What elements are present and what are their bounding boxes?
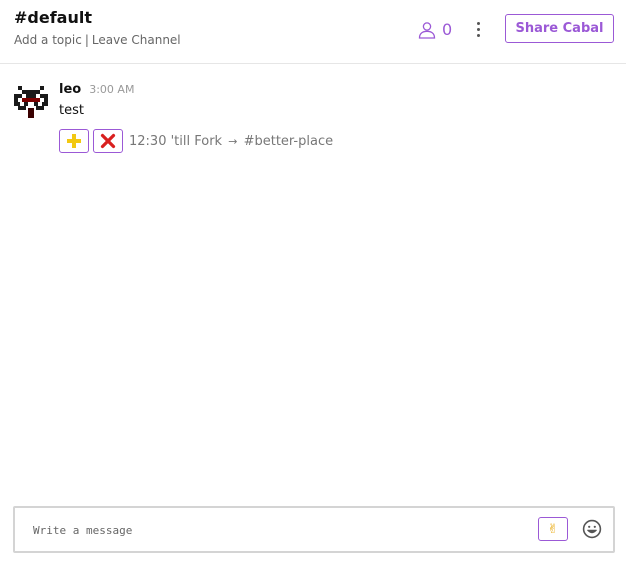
message-reactions: 12:30 'till Fork → #better-place	[59, 129, 609, 153]
message-text: test	[59, 103, 84, 118]
avatar	[14, 86, 48, 118]
message-input[interactable]	[33, 520, 533, 540]
member-count: 0	[442, 20, 453, 39]
topic-separator: |	[84, 33, 89, 47]
message-composer: ✌	[13, 506, 615, 553]
topic-line: Add a topic | Leave Channel	[14, 33, 181, 47]
message-meta: leo 3:00 AM	[59, 82, 609, 100]
emoji-picker-icon[interactable]	[582, 519, 602, 539]
share-cabal-button[interactable]: Share Cabal	[505, 14, 614, 43]
reaction-time-text: 12:30 'till Fork	[129, 133, 223, 149]
channel-title: #default	[14, 8, 92, 27]
add-topic-link[interactable]: Add a topic	[14, 33, 82, 47]
message-body: leo 3:00 AM test 12:30 'till Fork → #bet…	[59, 82, 609, 153]
leave-channel-link[interactable]: Leave Channel	[92, 33, 181, 47]
message-author[interactable]: leo	[59, 82, 81, 97]
cross-mark-icon	[100, 133, 116, 149]
channel-header: #default Add a topic | Leave Channel 0 Sha…	[0, 0, 626, 64]
members-button[interactable]: 0	[418, 19, 452, 41]
victory-hand-icon: ✌	[547, 521, 559, 537]
plus-icon	[67, 134, 81, 148]
more-options-icon[interactable]	[469, 18, 487, 40]
reaction-note: 12:30 'till Fork → #better-place	[129, 134, 333, 149]
cross-reaction-button[interactable]	[93, 129, 123, 153]
user-icon	[418, 22, 436, 39]
message-timestamp: 3:00 AM	[89, 83, 135, 96]
peace-reaction-button[interactable]: ✌	[538, 517, 568, 541]
channel-link[interactable]: #better-place	[244, 134, 334, 149]
right-arrow-icon: →	[228, 134, 238, 148]
plus-reaction-button[interactable]	[59, 129, 89, 153]
